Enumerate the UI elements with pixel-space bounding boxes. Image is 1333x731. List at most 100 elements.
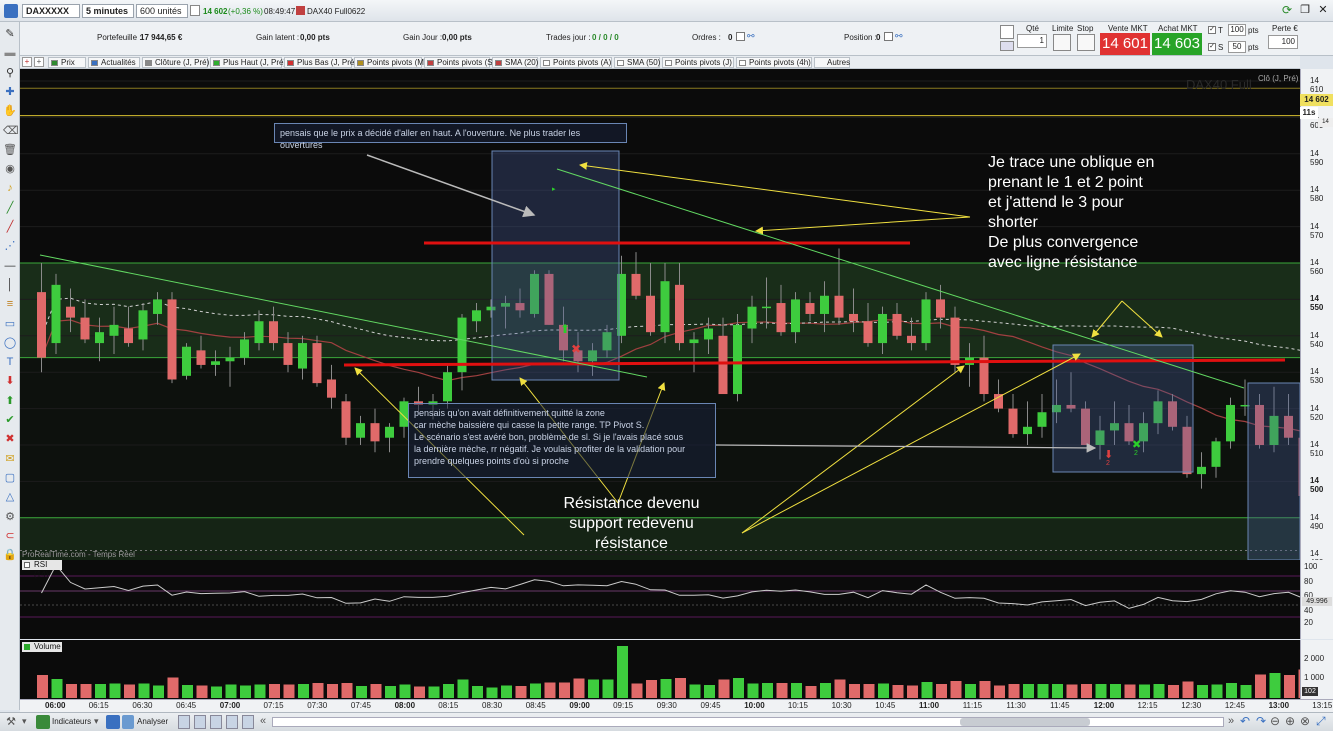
volume-bar — [704, 685, 715, 698]
zoom-out-icon[interactable]: ⊖ — [1270, 714, 1280, 728]
indicator-chip[interactable]: Points pivots (4h) — [736, 57, 812, 68]
volume-settings-icon[interactable] — [24, 644, 30, 650]
qte-input[interactable]: 1 — [1017, 34, 1047, 48]
indicators-icon[interactable] — [36, 715, 50, 729]
indicators-button[interactable]: Indicateurs — [52, 717, 91, 726]
orders-list-icon[interactable] — [736, 32, 745, 41]
ray-icon[interactable]: ╱ — [3, 221, 17, 234]
indicator-chip[interactable]: Plus Haut (J, Pré) — [210, 57, 286, 68]
volume-chart[interactable] — [20, 640, 1300, 699]
position-list-icon[interactable] — [884, 32, 893, 41]
magnet-icon[interactable]: ⊂ — [3, 530, 17, 543]
undo-icon[interactable]: ↶ — [1240, 714, 1250, 728]
ruler-icon[interactable]: ▬ — [3, 47, 17, 60]
indicator-label: Points pivots (J) — [675, 58, 732, 67]
arrow-down-icon[interactable]: ⬇ — [3, 375, 17, 388]
layout-icon-4[interactable] — [226, 715, 238, 729]
price-axis[interactable]: 14 61014 60014 59014 58014 57014 56014 5… — [1300, 69, 1333, 604]
units-select[interactable]: 600 unités — [136, 4, 188, 18]
orders-link-icon[interactable]: ⚯ — [747, 31, 755, 42]
hand-icon[interactable]: ✋ — [3, 105, 17, 118]
stop-order-button[interactable] — [1077, 34, 1095, 51]
price-chart[interactable]: ⬆✖⬇✖22▸ DAX40 Full Clô (J, Pré) ProRealT… — [20, 69, 1300, 560]
indicator-chip[interactable]: Prix — [48, 57, 86, 68]
indicator-chip[interactable]: Plus Bas (J, Pré) — [284, 57, 357, 68]
indicator-chip[interactable]: Points pivots (M) — [354, 57, 427, 68]
check-icon[interactable]: ✔ — [3, 414, 17, 427]
text-icon[interactable]: T — [3, 356, 17, 369]
analyser-button[interactable]: Analyser — [137, 717, 168, 726]
layout-icon-3[interactable] — [210, 715, 222, 729]
analyse-icon[interactable] — [106, 715, 120, 729]
crosshair-icon[interactable]: ✚ — [3, 86, 17, 99]
symbol-select[interactable]: DAXXXXX — [22, 4, 80, 18]
fib-icon[interactable]: ≡ — [3, 298, 17, 311]
indicator-chip[interactable]: Points pivots (S) — [424, 57, 495, 68]
refresh-icon[interactable]: ⟳ — [1280, 3, 1294, 17]
rect-icon[interactable]: ▭ — [3, 318, 17, 331]
pencil-icon[interactable]: ✎ — [3, 28, 17, 41]
scroll-left-icon[interactable]: « — [260, 715, 266, 727]
timeframe-select[interactable]: 5 minutes — [82, 4, 134, 18]
indicator-chip[interactable]: Autres — [814, 57, 850, 68]
eye-icon[interactable]: ◉ — [3, 163, 17, 176]
limit-order-button[interactable] — [1053, 34, 1071, 51]
layout-icon-5[interactable] — [242, 715, 254, 729]
triangle-icon[interactable]: △ — [3, 491, 17, 504]
channel-icon[interactable]: ⋰ — [3, 240, 17, 253]
vline-icon[interactable]: │ — [3, 279, 17, 292]
position-link-icon[interactable]: ⚯ — [895, 31, 903, 42]
line-icon[interactable]: ╱ — [3, 202, 17, 215]
scrollbar-thumb[interactable] — [960, 718, 1090, 726]
comment-icon[interactable]: ✉ — [3, 453, 17, 466]
trash-icon[interactable]: 🗑 — [3, 144, 17, 157]
indicator-chip[interactable]: SMA (50) — [614, 57, 660, 68]
indicator-chip[interactable]: Points pivots (J) — [662, 57, 734, 68]
ellipse-icon[interactable]: ◯ — [3, 337, 17, 350]
volume-bar — [921, 682, 933, 698]
indicator-chip[interactable]: Actualités — [88, 57, 140, 68]
indicator-chip[interactable]: Points pivots (A) — [540, 57, 612, 68]
zoom-reset-icon[interactable]: ⊗ — [1300, 714, 1310, 728]
rsi-settings-icon[interactable] — [24, 562, 30, 568]
s-checkbox[interactable]: ✓ — [1208, 43, 1216, 51]
restore-icon[interactable]: ❐ — [1298, 3, 1312, 17]
gear-icon[interactable]: ⚙ — [3, 511, 17, 524]
zoom-icon[interactable]: ⚲ — [3, 67, 17, 80]
lock-icon[interactable]: 🔒 — [3, 549, 17, 562]
add-indicator-icon[interactable]: + — [22, 57, 32, 67]
indicator-chip[interactable]: SMA (20) — [492, 57, 538, 68]
indicators-dropdown-icon[interactable]: ▾ — [94, 716, 99, 727]
calendar-icon[interactable] — [190, 5, 200, 16]
t-input[interactable]: 100 — [1228, 24, 1246, 36]
time-axis[interactable]: 06:00 06:15 06:30 06:45 07:00 07:15 07:30 07:45… — [20, 699, 1333, 712]
redo-icon[interactable]: ↷ — [1256, 714, 1266, 728]
cross-icon[interactable]: ✖ — [3, 433, 17, 446]
t-checkbox[interactable]: ✓ — [1208, 26, 1216, 34]
s-input[interactable]: 50 — [1228, 41, 1246, 53]
order-ticket-icon[interactable] — [1000, 25, 1014, 39]
indicator-color-icon — [357, 60, 364, 66]
hline-icon[interactable]: — — [3, 260, 17, 273]
perte-input[interactable]: 100 — [1268, 35, 1298, 49]
dropdown-icon[interactable]: ▾ — [22, 716, 30, 728]
buy-market-button[interactable]: 14 603 — [1152, 33, 1202, 55]
eraser-icon[interactable]: ⌫ — [3, 125, 19, 138]
scroll-right-icon[interactable]: » — [1228, 715, 1234, 727]
indicator-label: Points pivots (4h) — [749, 58, 811, 67]
close-icon[interactable]: ✕ — [1316, 3, 1330, 17]
arrow-up-icon[interactable]: ⬆ — [3, 395, 17, 408]
expand-icon[interactable]: + — [34, 57, 44, 67]
layout-icon-1[interactable] — [178, 715, 190, 729]
fit-icon[interactable]: ⤢ — [1316, 714, 1326, 729]
sell-market-button[interactable]: 14 601 — [1100, 33, 1150, 55]
square-icon[interactable]: ▢ — [3, 472, 17, 485]
analyser-icon[interactable] — [122, 715, 134, 729]
bell-icon[interactable]: ♪ — [3, 182, 17, 195]
layout-icon-2[interactable] — [194, 715, 206, 729]
rsi-chart[interactable] — [20, 560, 1300, 639]
indicator-chip[interactable]: Clôture (J, Pré) — [142, 57, 209, 68]
wrench-icon[interactable]: ⚒ — [4, 715, 18, 729]
order-book-icon[interactable] — [1000, 41, 1014, 51]
zoom-in-icon[interactable]: ⊕ — [1285, 714, 1295, 728]
